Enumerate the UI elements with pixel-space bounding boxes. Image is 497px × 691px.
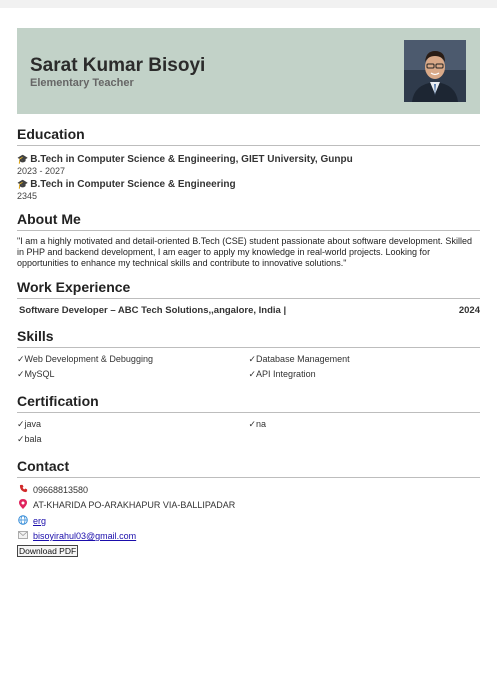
phone-icon — [17, 484, 29, 495]
skill-item: ✓Web Development & Debugging — [17, 354, 153, 364]
email-link[interactable]: bisoyirahul03@gmail.com — [33, 531, 136, 541]
certification-item: ✓na — [248, 419, 267, 429]
contact-heading: Contact — [17, 458, 480, 478]
education-heading: Education — [17, 126, 480, 146]
certification-grid: ✓java ✓na ✓bala — [17, 419, 480, 445]
education-item-1-title: 🎓 B.Tech in Computer Science & Engineerin… — [17, 154, 480, 165]
person-role: Elementary Teacher — [30, 77, 134, 89]
education-item-2-title: 🎓 B.Tech in Computer Science & Engineerin… — [17, 179, 480, 190]
certification-heading: Certification — [17, 393, 480, 413]
education-item-1-label: B.Tech in Computer Science & Engineering… — [30, 154, 353, 165]
phone-number: 09668813580 — [33, 484, 89, 495]
skill-item: ✓MySQL — [17, 369, 55, 379]
contact-website: erg — [17, 515, 480, 527]
envelope-icon — [17, 531, 29, 541]
website-link[interactable]: erg — [33, 516, 46, 526]
location-pin-icon — [17, 499, 29, 511]
work-title: Software Developer – ABC Tech Solutions,… — [19, 305, 287, 316]
contact-address: AT-KHARIDA PO-ARAKHAPUR VIA-BALLIPADAR — [17, 499, 480, 511]
certification-section: Certification ✓java ✓na ✓bala — [17, 393, 480, 445]
globe-icon — [17, 515, 29, 527]
certification-item: ✓bala — [17, 434, 42, 444]
graduation-cap-icon: 🎓 — [17, 154, 29, 164]
resume: Sarat Kumar Bisoyi Elementary Teacher Ed… — [17, 28, 480, 559]
top-bar — [0, 0, 497, 8]
work-entry: Software Developer – ABC Tech Solutions,… — [17, 305, 480, 316]
person-name: Sarat Kumar Bisoyi — [30, 55, 206, 76]
skills-grid: ✓Web Development & Debugging ✓Database M… — [17, 354, 480, 380]
download-pdf-button[interactable]: Download PDF — [17, 545, 79, 557]
education-section: Education 🎓 B.Tech in Computer Science & … — [17, 126, 480, 201]
about-text: "I am a highly motivated and detail-orie… — [17, 236, 472, 268]
resume-header: Sarat Kumar Bisoyi Elementary Teacher — [17, 28, 480, 114]
education-item-2-label: B.Tech in Computer Science & Engineering — [30, 179, 236, 190]
certification-item: ✓java — [17, 419, 42, 429]
address-text: AT-KHARIDA PO-ARAKHAPUR VIA-BALLIPADAR — [33, 500, 236, 510]
skill-item: ✓API Integration — [248, 369, 316, 379]
work-heading: Work Experience — [17, 279, 480, 299]
education-item-2-year: 2345 — [17, 191, 38, 201]
skills-heading: Skills — [17, 328, 480, 348]
graduation-cap-icon: 🎓 — [17, 179, 29, 189]
contact-phone: 09668813580 — [17, 484, 480, 495]
work-year: 2024 — [458, 305, 480, 316]
profile-photo — [404, 40, 466, 102]
education-item-1-year: 2023 - 2027 — [17, 166, 66, 176]
contact-section: Contact 09668813580 AT-KHARIDA PO-ARAKHA… — [17, 458, 480, 559]
about-section: About Me "I am a highly motivated and de… — [17, 211, 480, 269]
skill-item: ✓Database Management — [248, 354, 350, 364]
work-section: Work Experience Software Developer – ABC… — [17, 279, 480, 316]
about-heading: About Me — [17, 211, 480, 231]
contact-email: bisoyirahul03@gmail.com — [17, 531, 480, 541]
skills-section: Skills ✓Web Development & Debugging ✓Dat… — [17, 328, 480, 380]
